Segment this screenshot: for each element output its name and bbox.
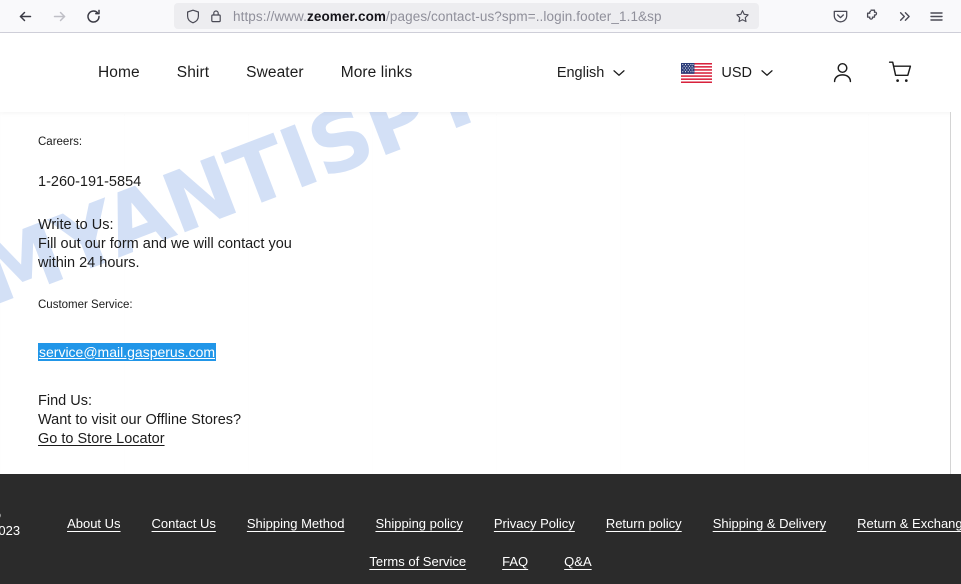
page-content-area: MYANTISPYWARE.COM Careers: 1-260-191-585… <box>0 112 961 474</box>
site-header: Home Shirt Sweater More links English US… <box>0 33 961 112</box>
cart-button[interactable] <box>883 56 917 90</box>
page-scrollbar[interactable] <box>950 112 961 474</box>
write-to-us-line-2: within 24 hours. <box>38 255 140 272</box>
careers-label: Careers: <box>38 136 83 148</box>
browser-toolbar: https://www.zeomer.com/pages/contact-us?… <box>0 0 961 33</box>
store-locator-link[interactable]: Go to Store Locator <box>38 431 165 447</box>
nav-link-sweater[interactable]: Sweater <box>246 64 304 82</box>
url-text: https://www.zeomer.com/pages/contact-us?… <box>233 9 662 24</box>
chevron-down-icon <box>761 69 773 76</box>
save-to-pocket-icon <box>833 10 847 22</box>
nav-link-shirt[interactable]: Shirt <box>177 64 209 82</box>
email-line: service@mail.gasperus.com <box>38 342 961 362</box>
footer-link-shipping-policy[interactable]: Shipping policy <box>375 516 462 531</box>
write-to-us-line-1: Fill out our form and we will contact yo… <box>38 236 292 253</box>
padlock-icon[interactable] <box>206 6 226 26</box>
back-arrow-icon <box>19 11 31 21</box>
footer-link-about-us[interactable]: About Us <box>67 516 120 531</box>
footer-link-faq[interactable]: FAQ <box>502 554 528 569</box>
footer-link-contact-us[interactable]: Contact Us <box>152 516 216 531</box>
save-to-pocket-button[interactable] <box>825 3 855 29</box>
footer-link-return-policy[interactable]: Return policy <box>606 516 682 531</box>
url-bar-container: https://www.zeomer.com/pages/contact-us?… <box>108 3 825 29</box>
back-button[interactable] <box>10 3 40 29</box>
store-locator-line: Go to Store Locator <box>38 430 961 448</box>
chevron-down-icon <box>613 69 626 76</box>
footer-link-shipping-delivery[interactable]: Shipping & Delivery <box>713 516 826 531</box>
forward-button[interactable] <box>44 3 74 29</box>
site-footer: © 2023 About Us Contact Us Shipping Meth… <box>0 474 961 584</box>
customer-service-email[interactable]: service@mail.gasperus.com <box>38 342 217 361</box>
user-account-icon <box>833 62 851 83</box>
offline-stores-question: Want to visit our Offline Stores? <box>38 411 242 428</box>
extensions-puzzle-icon <box>866 9 877 20</box>
overflow-chevrons-icon <box>899 11 910 21</box>
find-us-label: Find Us: <box>38 392 92 409</box>
footer-link-qa[interactable]: Q&A <box>564 554 591 569</box>
primary-navigation: Home Shirt Sweater More links <box>98 64 412 82</box>
extensions-button[interactable] <box>857 3 887 29</box>
footer-links-row-1: © 2023 About Us Contact Us Shipping Meth… <box>0 508 961 538</box>
phone-number: 1-260-191-5854 <box>38 174 142 191</box>
forward-arrow-icon <box>53 11 65 21</box>
browser-right-controls <box>825 3 951 29</box>
language-selector[interactable]: English <box>557 65 626 81</box>
nav-link-home[interactable]: Home <box>98 64 140 82</box>
url-text-container[interactable]: https://www.zeomer.com/pages/contact-us?… <box>233 3 729 29</box>
customer-service-label: Customer Service: <box>38 298 133 311</box>
reload-icon <box>86 9 100 23</box>
overflow-menu-button[interactable] <box>889 3 919 29</box>
footer-link-terms-of-service[interactable]: Terms of Service <box>369 554 466 569</box>
header-utility-controls: English USD <box>557 56 917 90</box>
contact-info-block: Careers: 1-260-191-5854 Write to Us: Fil… <box>0 112 961 448</box>
shopping-cart-icon <box>888 61 911 82</box>
us-flag-icon <box>681 62 713 83</box>
currency-label: USD <box>721 64 752 81</box>
nav-link-more[interactable]: More links <box>341 64 413 82</box>
url-path: /pages/contact-us?spm=..login.footer_1.1… <box>386 8 662 24</box>
star-bookmark-icon[interactable] <box>731 5 753 27</box>
language-label: English <box>556 64 605 81</box>
address-bar[interactable]: https://www.zeomer.com/pages/contact-us?… <box>174 3 759 29</box>
tracking-protection-shield-icon[interactable] <box>183 6 203 26</box>
footer-links-row-2: Terms of Service FAQ Q&A <box>0 554 961 569</box>
footer-link-privacy-policy[interactable]: Privacy Policy <box>494 516 575 531</box>
account-button[interactable] <box>825 56 859 90</box>
url-prefix: https://www. <box>233 8 307 24</box>
url-host: zeomer.com <box>306 8 387 24</box>
url-fade-overlay <box>691 3 729 29</box>
reload-button[interactable] <box>78 3 108 29</box>
copyright-text: © 2023 <box>0 508 21 538</box>
app-menu-button[interactable] <box>921 3 951 29</box>
write-to-us-label: Write to Us: <box>38 217 114 234</box>
navigation-buttons <box>10 3 108 29</box>
hamburger-menu-icon <box>929 11 943 21</box>
footer-link-shipping-method[interactable]: Shipping Method <box>247 516 345 531</box>
currency-selector[interactable]: USD <box>681 62 773 83</box>
footer-link-return-exchange[interactable]: Return & Exchange <box>857 516 961 531</box>
